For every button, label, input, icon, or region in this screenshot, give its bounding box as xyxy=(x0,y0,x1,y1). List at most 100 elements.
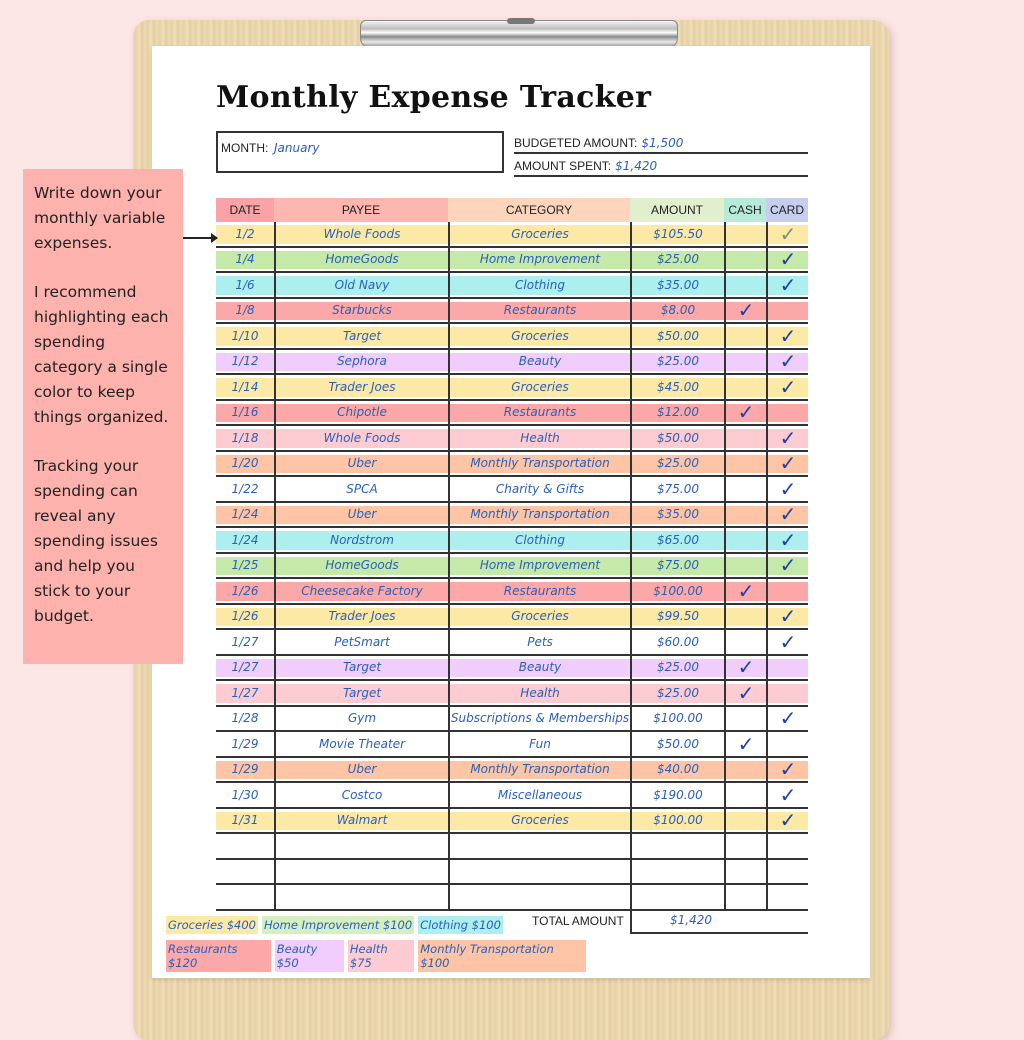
amount-cell[interactable]: $40.00 xyxy=(630,757,724,781)
payee-cell[interactable]: Target xyxy=(274,681,448,705)
cash-cell[interactable] xyxy=(724,273,766,297)
amount-cell[interactable]: $100.00 xyxy=(630,706,724,730)
category-cell[interactable]: Charity & Gifts xyxy=(448,477,630,501)
payee-cell[interactable]: Chipotle xyxy=(274,400,448,424)
amount-cell[interactable]: $8.00 xyxy=(630,298,724,322)
category-cell[interactable]: Health xyxy=(448,681,630,705)
cash-cell[interactable] xyxy=(724,885,766,909)
cash-cell[interactable]: ✓ xyxy=(724,681,766,705)
category-cell[interactable]: Fun xyxy=(448,732,630,756)
cash-cell[interactable] xyxy=(724,757,766,781)
category-cell[interactable]: Clothing xyxy=(448,528,630,552)
payee-cell[interactable]: Target xyxy=(274,324,448,348)
card-cell[interactable] xyxy=(766,681,808,705)
category-cell[interactable] xyxy=(448,885,630,909)
cash-cell[interactable]: ✓ xyxy=(724,400,766,424)
amount-cell[interactable]: $25.00 xyxy=(630,655,724,679)
cash-cell[interactable] xyxy=(724,630,766,654)
cash-cell[interactable] xyxy=(724,859,766,883)
payee-cell[interactable]: Trader Joes xyxy=(274,375,448,399)
date-cell[interactable]: 1/12 xyxy=(216,350,274,374)
table-row[interactable]: 1/20 Uber Monthly Transportation $25.00 ✓ xyxy=(216,451,808,477)
date-cell[interactable]: 1/27 xyxy=(216,656,274,680)
category-cell[interactable] xyxy=(448,859,630,883)
payee-cell[interactable]: PetSmart xyxy=(274,630,448,654)
date-cell[interactable]: 1/29 xyxy=(216,758,274,782)
table-row[interactable]: 1/24 Nordstrom Clothing $65.00 ✓ xyxy=(216,528,808,554)
card-cell[interactable] xyxy=(766,834,808,858)
date-cell[interactable]: 1/25 xyxy=(216,554,274,578)
table-row[interactable]: 1/6 Old Navy Clothing $35.00 ✓ xyxy=(216,273,808,299)
card-cell[interactable]: ✓ xyxy=(766,808,808,832)
amount-cell[interactable]: $45.00 xyxy=(630,375,724,399)
amount-cell[interactable]: $100.00 xyxy=(630,808,724,832)
amount-cell[interactable]: $50.00 xyxy=(630,324,724,348)
category-cell[interactable]: Groceries xyxy=(448,324,630,348)
amount-cell[interactable]: $25.00 xyxy=(630,681,724,705)
table-row[interactable]: 1/10 Target Groceries $50.00 ✓ xyxy=(216,324,808,350)
date-cell[interactable] xyxy=(216,834,274,858)
table-row[interactable] xyxy=(216,834,808,860)
table-row[interactable]: 1/18 Whole Foods Health $50.00 ✓ xyxy=(216,426,808,452)
amount-spent-field[interactable]: AMOUNT SPENT: $1,420 xyxy=(514,157,808,177)
payee-cell[interactable]: HomeGoods xyxy=(274,247,448,271)
card-cell[interactable] xyxy=(766,579,808,603)
date-cell[interactable] xyxy=(216,885,274,909)
payee-cell[interactable]: Uber xyxy=(274,502,448,526)
card-cell[interactable] xyxy=(766,859,808,883)
amount-cell[interactable]: $105.50 xyxy=(630,222,724,246)
category-cell[interactable]: Restaurants xyxy=(448,579,630,603)
category-cell[interactable]: Home Improvement xyxy=(448,247,630,271)
card-cell[interactable]: ✓ xyxy=(766,757,808,781)
table-row[interactable]: 1/25 HomeGoods Home Improvement $75.00 ✓ xyxy=(216,553,808,579)
amount-cell[interactable] xyxy=(630,859,724,883)
cash-cell[interactable]: ✓ xyxy=(724,579,766,603)
card-cell[interactable]: ✓ xyxy=(766,604,808,628)
cash-cell[interactable]: ✓ xyxy=(724,298,766,322)
category-cell[interactable]: Beauty xyxy=(448,349,630,373)
amount-cell[interactable]: $190.00 xyxy=(630,783,724,807)
date-cell[interactable]: 1/31 xyxy=(216,809,274,833)
category-cell[interactable]: Home Improvement xyxy=(448,553,630,577)
amount-cell[interactable]: $60.00 xyxy=(630,630,724,654)
amount-cell[interactable]: $35.00 xyxy=(630,502,724,526)
date-cell[interactable]: 1/10 xyxy=(216,324,274,348)
amount-cell[interactable]: $25.00 xyxy=(630,451,724,475)
card-cell[interactable]: ✓ xyxy=(766,375,808,399)
card-cell[interactable] xyxy=(766,298,808,322)
date-cell[interactable]: 1/6 xyxy=(216,273,274,297)
card-cell[interactable]: ✓ xyxy=(766,349,808,373)
card-cell[interactable]: ✓ xyxy=(766,247,808,271)
cash-cell[interactable] xyxy=(724,783,766,807)
budgeted-amount-field[interactable]: BUDGETED AMOUNT: $1,500 xyxy=(514,134,808,154)
cash-cell[interactable] xyxy=(724,349,766,373)
table-row[interactable]: 1/4 HomeGoods Home Improvement $25.00 ✓ xyxy=(216,247,808,273)
table-row[interactable]: 1/28 Gym Subscriptions & Memberships $100.0… xyxy=(216,706,808,732)
cash-cell[interactable] xyxy=(724,222,766,246)
card-cell[interactable]: ✓ xyxy=(766,477,808,501)
payee-cell[interactable] xyxy=(274,885,448,909)
payee-cell[interactable]: Movie Theater xyxy=(274,732,448,756)
cash-cell[interactable] xyxy=(724,247,766,271)
payee-cell[interactable]: Starbucks xyxy=(274,298,448,322)
amount-cell[interactable] xyxy=(630,834,724,858)
payee-cell[interactable]: Whole Foods xyxy=(274,426,448,450)
amount-cell[interactable]: $99.50 xyxy=(630,604,724,628)
cash-cell[interactable] xyxy=(724,477,766,501)
table-row[interactable]: 1/29 Uber Monthly Transportation $40.00 ✓ xyxy=(216,757,808,783)
category-cell[interactable]: Miscellaneous xyxy=(448,783,630,807)
card-cell[interactable] xyxy=(766,655,808,679)
payee-cell[interactable] xyxy=(274,859,448,883)
category-cell[interactable]: Groceries xyxy=(448,808,630,832)
card-cell[interactable] xyxy=(766,885,808,909)
amount-cell[interactable]: $50.00 xyxy=(630,426,724,450)
month-field[interactable]: MONTH: January xyxy=(216,131,504,173)
amount-cell[interactable]: $25.00 xyxy=(630,247,724,271)
date-cell[interactable]: 1/26 xyxy=(216,605,274,629)
payee-cell[interactable]: Walmart xyxy=(274,808,448,832)
card-cell[interactable]: ✓ xyxy=(766,528,808,552)
payee-cell[interactable]: Uber xyxy=(274,451,448,475)
category-cell[interactable] xyxy=(448,834,630,858)
cash-cell[interactable] xyxy=(724,604,766,628)
card-cell[interactable]: ✓ xyxy=(766,426,808,450)
